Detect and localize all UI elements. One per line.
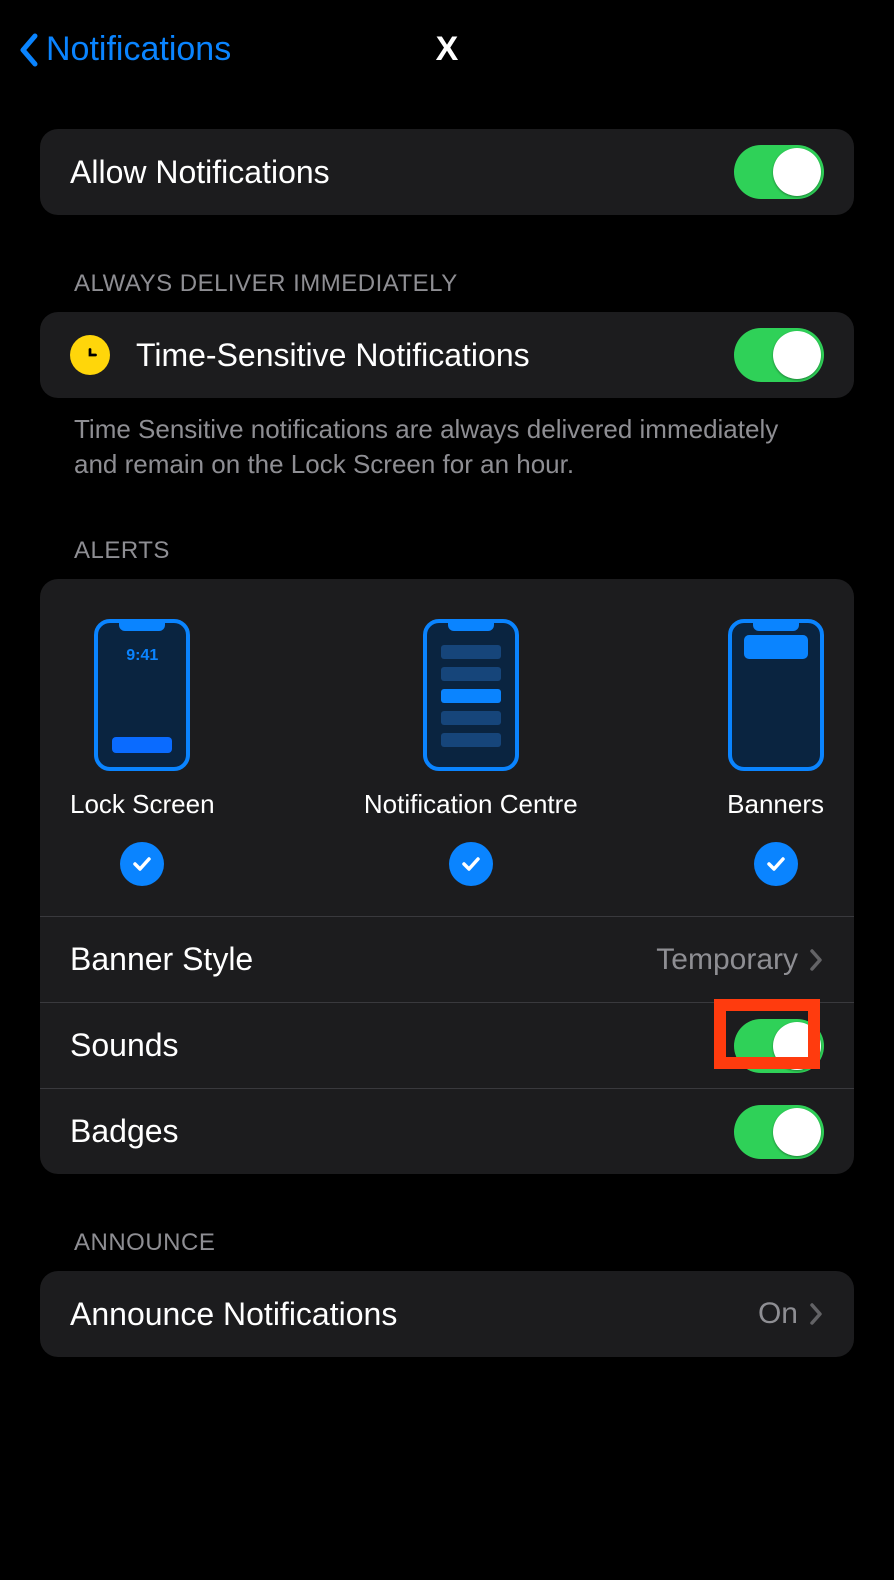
alert-option-label: Banners bbox=[727, 789, 824, 820]
check-icon bbox=[754, 842, 798, 886]
announce-group: Announce Notifications On bbox=[40, 1271, 854, 1357]
badges-label: Badges bbox=[70, 1113, 734, 1150]
announce-notifications-value: On bbox=[758, 1297, 798, 1331]
badges-toggle[interactable] bbox=[734, 1105, 824, 1159]
clock-icon bbox=[70, 335, 110, 375]
allow-notifications-row[interactable]: Allow Notifications bbox=[40, 129, 854, 215]
sounds-row[interactable]: Sounds bbox=[40, 1002, 854, 1088]
chevron-right-icon bbox=[808, 1301, 824, 1327]
alert-option-notification-centre[interactable]: Notification Centre bbox=[364, 619, 578, 886]
time-sensitive-group: Time-Sensitive Notifications bbox=[40, 312, 854, 398]
time-sensitive-label: Time-Sensitive Notifications bbox=[136, 337, 734, 374]
alert-option-label: Lock Screen bbox=[70, 789, 215, 820]
page-title: X bbox=[436, 30, 459, 69]
banner-style-row[interactable]: Banner Style Temporary bbox=[40, 916, 854, 1002]
check-icon bbox=[449, 842, 493, 886]
time-sensitive-row[interactable]: Time-Sensitive Notifications bbox=[40, 312, 854, 398]
notification-centre-icon bbox=[423, 619, 519, 771]
check-icon bbox=[120, 842, 164, 886]
announce-header: Announce bbox=[40, 1229, 854, 1271]
banners-icon bbox=[728, 619, 824, 771]
sounds-label: Sounds bbox=[70, 1027, 734, 1064]
alert-option-banners[interactable]: Banners bbox=[727, 619, 824, 886]
sounds-toggle[interactable] bbox=[734, 1019, 824, 1073]
allow-notifications-label: Allow Notifications bbox=[70, 154, 734, 191]
back-button[interactable]: Notifications bbox=[18, 30, 231, 69]
alert-option-lock-screen[interactable]: 9:41 Lock Screen bbox=[70, 619, 215, 886]
chevron-left-icon bbox=[18, 32, 40, 68]
back-label: Notifications bbox=[46, 30, 231, 69]
alerts-group: 9:41 Lock Screen Notification Centre bbox=[40, 579, 854, 1174]
allow-notifications-group: Allow Notifications bbox=[40, 129, 854, 215]
alert-option-label: Notification Centre bbox=[364, 789, 578, 820]
time-sensitive-footer: Time Sensitive notifications are always … bbox=[40, 398, 854, 482]
banner-style-value: Temporary bbox=[656, 943, 798, 977]
chevron-right-icon bbox=[808, 947, 824, 973]
announce-notifications-row[interactable]: Announce Notifications On bbox=[40, 1271, 854, 1357]
banner-style-label: Banner Style bbox=[70, 941, 656, 978]
time-sensitive-toggle[interactable] bbox=[734, 328, 824, 382]
navbar: Notifications X bbox=[0, 0, 894, 79]
announce-notifications-label: Announce Notifications bbox=[70, 1296, 758, 1333]
time-sensitive-header: Always Deliver Immediately bbox=[40, 270, 854, 312]
alert-styles-row: 9:41 Lock Screen Notification Centre bbox=[40, 579, 854, 916]
alerts-header: Alerts bbox=[40, 537, 854, 579]
allow-notifications-toggle[interactable] bbox=[734, 145, 824, 199]
lock-screen-icon: 9:41 bbox=[94, 619, 190, 771]
badges-row[interactable]: Badges bbox=[40, 1088, 854, 1174]
